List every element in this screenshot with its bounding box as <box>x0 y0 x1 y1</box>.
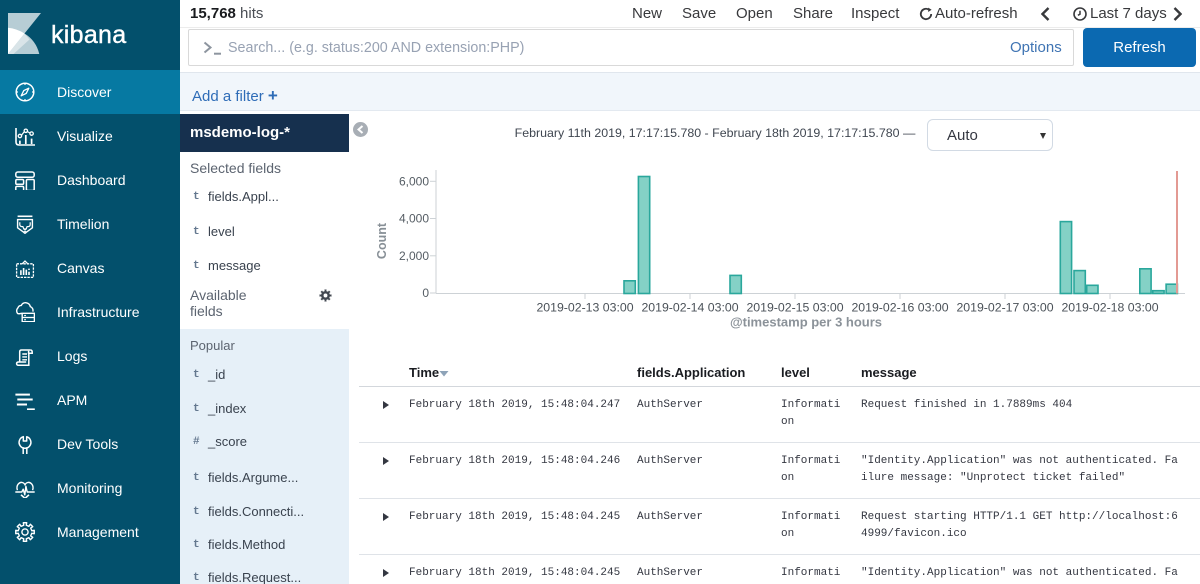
svg-text:2,000: 2,000 <box>399 249 429 263</box>
svg-text:2019-02-18 03:00: 2019-02-18 03:00 <box>1061 301 1158 315</box>
svg-text:6,000: 6,000 <box>399 174 429 188</box>
svg-text:2019-02-13 03:00: 2019-02-13 03:00 <box>536 301 633 315</box>
svg-text:2019-02-14 03:00: 2019-02-14 03:00 <box>641 301 738 315</box>
svg-text:Count: Count <box>375 222 389 259</box>
svg-text:2019-02-15 03:00: 2019-02-15 03:00 <box>746 301 843 315</box>
svg-text:2019-02-17 03:00: 2019-02-17 03:00 <box>956 301 1053 315</box>
svg-text:0: 0 <box>422 286 429 300</box>
svg-text:4,000: 4,000 <box>399 212 429 226</box>
svg-text:2019-02-16 03:00: 2019-02-16 03:00 <box>851 301 948 315</box>
svg-text:@timestamp per 3 hours: @timestamp per 3 hours <box>730 315 882 330</box>
